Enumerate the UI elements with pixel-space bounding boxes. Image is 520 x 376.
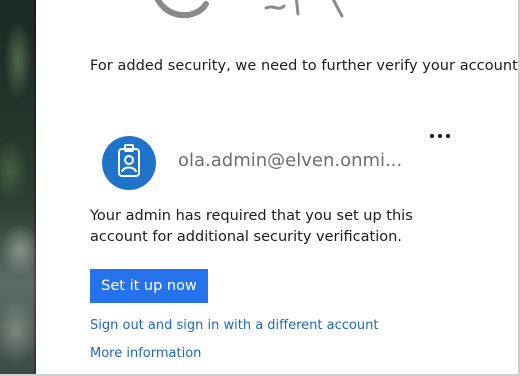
background-image <box>0 0 36 376</box>
app-window: For added security, we need to further v… <box>0 0 520 376</box>
more-options-icon[interactable] <box>428 128 452 144</box>
account-row: ola.admin@elven.onmi... <box>102 136 462 190</box>
more-information-link[interactable]: More information <box>90 346 201 361</box>
avatar <box>102 136 156 190</box>
verification-message: Your admin has required that you set up … <box>90 208 413 245</box>
page-heading: For added security, we need to further v… <box>90 58 518 74</box>
account-email: ola.admin@elven.onmi... <box>178 150 403 171</box>
set-it-up-button[interactable]: Set it up now <box>90 269 208 303</box>
logo-fragment <box>154 0 344 19</box>
verification-card: For added security, we need to further v… <box>36 0 518 376</box>
badge-icon <box>118 144 140 177</box>
sign-out-link[interactable]: Sign out and sign in with a different ac… <box>90 318 378 333</box>
